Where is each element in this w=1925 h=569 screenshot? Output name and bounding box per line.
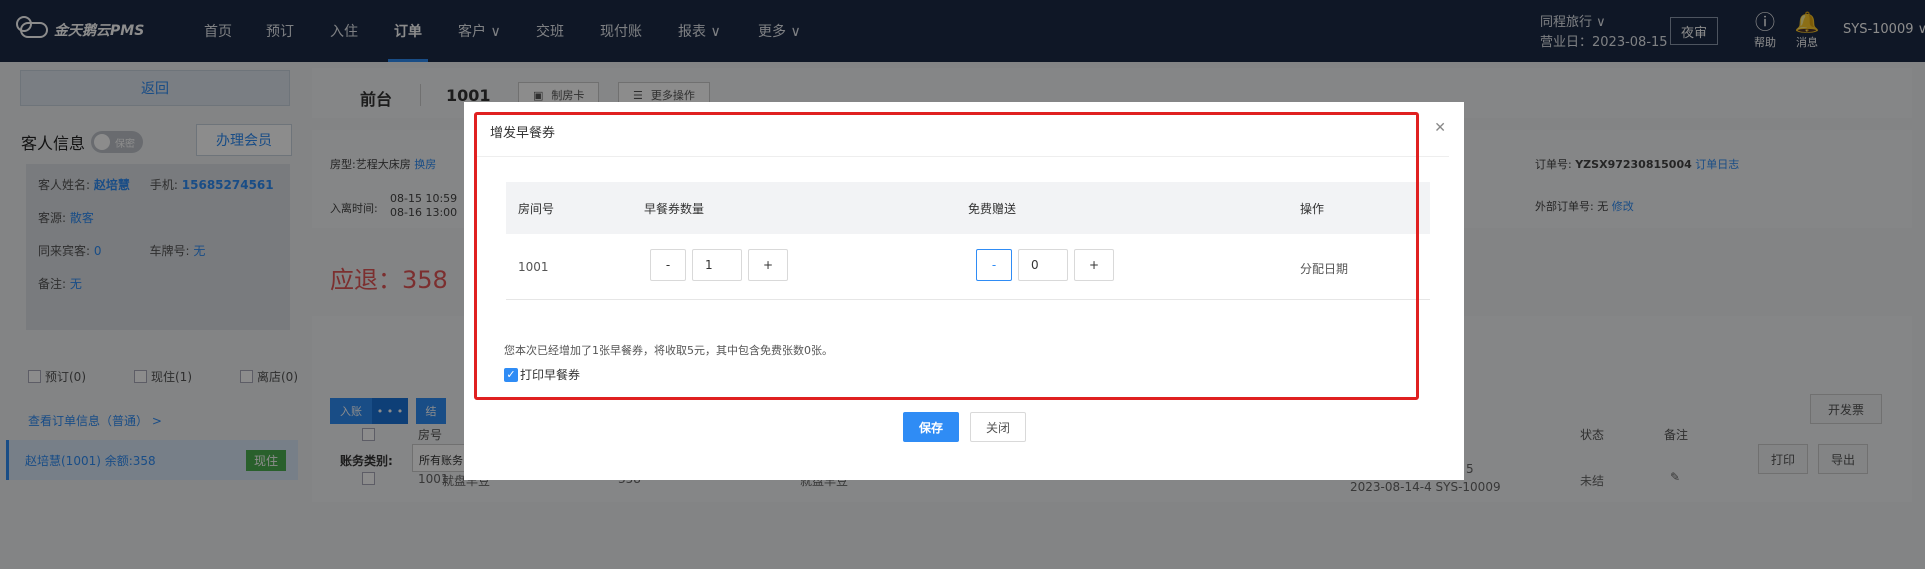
modal-title: 增发早餐券 <box>490 126 556 141</box>
close-button[interactable]: 关闭 <box>970 412 1026 442</box>
free-plus-button[interactable]: + <box>1074 249 1114 281</box>
qty-input[interactable]: 1 <box>692 249 742 281</box>
col-header-free: 免费赠送 <box>968 202 1017 216</box>
checkmark-icon[interactable]: ✓ <box>504 367 518 382</box>
save-button[interactable]: 保存 <box>903 412 959 442</box>
free-input[interactable]: 0 <box>1018 249 1068 281</box>
breakfast-voucher-modal: 增发早餐券 ✕ 房间号 早餐券数量 免费赠送 操作 1001 - 1 + - 0… <box>464 102 1464 480</box>
cell-room: 1001 <box>518 260 549 274</box>
voucher-table-row: 1001 - 1 + - 0 + 分配日期 <box>506 234 1430 300</box>
assign-date-link[interactable]: 分配日期 <box>1300 260 1348 277</box>
voucher-table-header: 房间号 早餐券数量 免费赠送 操作 <box>506 182 1430 234</box>
print-voucher-label: 打印早餐券 <box>520 368 581 382</box>
qty-minus-button[interactable]: - <box>650 249 686 281</box>
qty-plus-button[interactable]: + <box>748 249 788 281</box>
close-icon[interactable]: ✕ <box>1434 120 1446 136</box>
divider <box>474 156 1449 157</box>
print-voucher-option[interactable]: ✓ 打印早餐券 <box>504 366 580 383</box>
col-header-qty: 早餐券数量 <box>644 202 705 216</box>
col-header-room: 房间号 <box>518 202 555 216</box>
summary-note: 您本次已经增加了1张早餐券，将收取5元，其中包含免费张数0张。 <box>504 344 833 357</box>
col-header-action: 操作 <box>1300 202 1325 216</box>
free-minus-button[interactable]: - <box>976 249 1012 281</box>
